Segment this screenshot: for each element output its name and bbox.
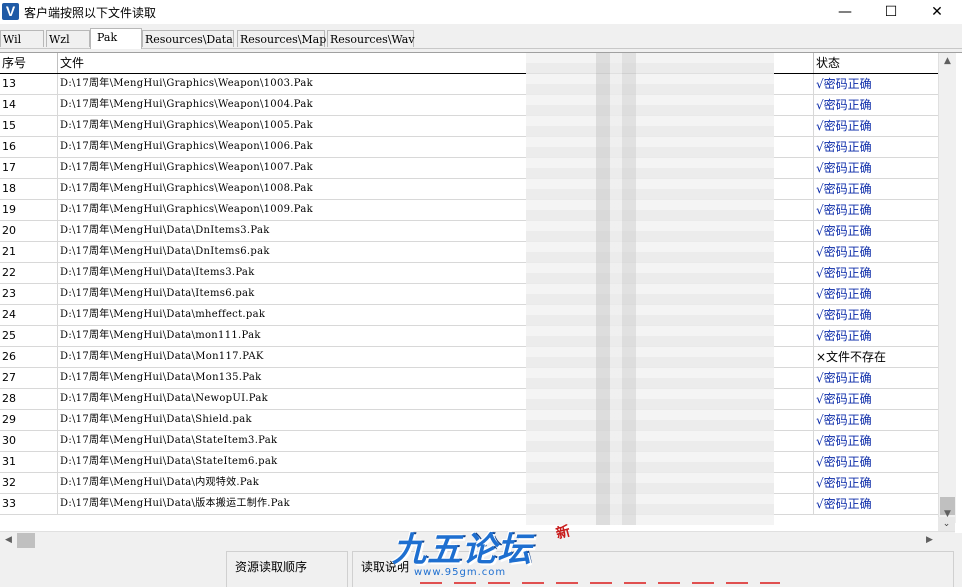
- grid-header: 序号 文件 状态: [0, 53, 938, 74]
- app-icon: V: [2, 3, 19, 20]
- status-ok: √密码正确: [816, 77, 872, 91]
- table-row[interactable]: 18 D:\17周年\MengHui\Graphics\Weapon\1008.P…: [0, 179, 938, 200]
- row-index: 16: [0, 137, 58, 157]
- row-index: 14: [0, 95, 58, 115]
- maximize-button[interactable]: ☐: [868, 0, 914, 24]
- status-ok: √密码正确: [816, 203, 872, 217]
- table-row[interactable]: 33 D:\17周年\MengHui\Data\版本搬运工制作.Pak √密码正确: [0, 494, 938, 515]
- row-index: 27: [0, 368, 58, 388]
- row-index: 29: [0, 410, 58, 430]
- row-index: 28: [0, 389, 58, 409]
- title-bar: V 客户端按照以下文件读取 — ☐ ✕: [0, 0, 962, 24]
- table-row[interactable]: 13 D:\17周年\MengHui\Graphics\Weapon\1003.P…: [0, 74, 938, 95]
- row-index: 33: [0, 494, 58, 514]
- status-ok: √密码正确: [816, 308, 872, 322]
- file-grid: 序号 文件 状态 13 D:\17周年\MengHui\Graphics\Weap…: [0, 52, 962, 549]
- status-ok: √密码正确: [816, 497, 872, 511]
- blurred-region: [526, 53, 774, 525]
- vertical-scrollbar[interactable]: ▲ ▼: [938, 53, 956, 523]
- table-row[interactable]: 24 D:\17周年\MengHui\Data\mheffect.pak √密码正确: [0, 305, 938, 326]
- status-ok: √密码正确: [816, 413, 872, 427]
- chevron-down-icon[interactable]: ⌄: [938, 517, 955, 531]
- status-ok: √密码正确: [816, 119, 872, 133]
- red-note-underline: [420, 582, 780, 584]
- table-row[interactable]: 32 D:\17周年\MengHui\Data\内观特效.Pak √密码正确: [0, 473, 938, 494]
- scroll-right-arrow-icon[interactable]: ▶: [921, 532, 938, 549]
- watermark-logo: 九五论坛 新 www.95gm.com: [392, 522, 592, 586]
- row-index: 20: [0, 221, 58, 241]
- table-row[interactable]: 15 D:\17周年\MengHui\Graphics\Weapon\1005.P…: [0, 116, 938, 137]
- minimize-button[interactable]: —: [822, 0, 868, 24]
- status-ok: √密码正确: [816, 224, 872, 238]
- table-row[interactable]: 21 D:\17周年\MengHui\Data\DnItems6.pak √密码正确: [0, 242, 938, 263]
- row-index: 22: [0, 263, 58, 283]
- table-row[interactable]: 22 D:\17周年\MengHui\Data\Items3.Pak √密码正确: [0, 263, 938, 284]
- row-index: 18: [0, 179, 58, 199]
- row-index: 32: [0, 473, 58, 493]
- status-ok: √密码正确: [816, 455, 872, 469]
- status-ok: √密码正确: [816, 98, 872, 112]
- table-row[interactable]: 23 D:\17周年\MengHui\Data\Items6.pak √密码正确: [0, 284, 938, 305]
- watermark-logo-text: 九五论坛: [392, 530, 532, 570]
- watermark-url: www.95gm.com: [414, 567, 507, 578]
- status-ok: √密码正确: [816, 140, 872, 154]
- status-missing: ×文件不存在: [816, 350, 887, 364]
- row-index: 26: [0, 347, 58, 367]
- table-row[interactable]: 16 D:\17周年\MengHui\Graphics\Weapon\1006.P…: [0, 137, 938, 158]
- table-row[interactable]: 25 D:\17周年\MengHui\Data\mon111.Pak √密码正确: [0, 326, 938, 347]
- row-index: 24: [0, 305, 58, 325]
- table-row[interactable]: 31 D:\17周年\MengHui\Data\StateItem6.pak √密码…: [0, 452, 938, 473]
- status-ok: √密码正确: [816, 476, 872, 490]
- scroll-up-arrow-icon[interactable]: ▲: [939, 53, 956, 70]
- grid-rows: 13 D:\17周年\MengHui\Graphics\Weapon\1003.P…: [0, 74, 938, 515]
- tab-resources-wav[interactable]: Resources\Wav: [327, 30, 415, 47]
- horizontal-scroll-thumb[interactable]: [17, 533, 35, 548]
- row-index: 30: [0, 431, 58, 451]
- row-index: 17: [0, 158, 58, 178]
- column-header-status[interactable]: 状态: [814, 53, 938, 73]
- tab-pak[interactable]: Pak: [90, 28, 142, 49]
- close-button[interactable]: ✕: [914, 0, 960, 24]
- column-header-index[interactable]: 序号: [0, 53, 58, 73]
- tab-resources-map[interactable]: Resources\Map: [237, 30, 326, 47]
- row-index: 25: [0, 326, 58, 346]
- row-index: 15: [0, 116, 58, 136]
- status-ok: √密码正确: [816, 434, 872, 448]
- row-index: 23: [0, 284, 58, 304]
- table-row[interactable]: 19 D:\17周年\MengHui\Graphics\Weapon\1009.P…: [0, 200, 938, 221]
- tab-wzl[interactable]: Wzl: [46, 30, 90, 47]
- scroll-left-arrow-icon[interactable]: ◀: [0, 532, 17, 549]
- status-ok: √密码正确: [816, 392, 872, 406]
- status-ok: √密码正确: [816, 371, 872, 385]
- table-row[interactable]: 29 D:\17周年\MengHui\Data\Shield.pak √密码正确: [0, 410, 938, 431]
- row-index: 21: [0, 242, 58, 262]
- table-row[interactable]: 26 D:\17周年\MengHui\Data\Mon117.PAK ×文件不存在: [0, 347, 938, 368]
- table-row[interactable]: 20 D:\17周年\MengHui\Data\DnItems3.Pak √密码正确: [0, 221, 938, 242]
- tab-strip: Wil Wzl Pak Resources\Data Resources\Map…: [0, 28, 962, 49]
- status-ok: √密码正确: [816, 329, 872, 343]
- row-index: 13: [0, 74, 58, 94]
- status-ok: √密码正确: [816, 161, 872, 175]
- row-index: 19: [0, 200, 58, 220]
- row-index: 31: [0, 452, 58, 472]
- table-row[interactable]: 30 D:\17周年\MengHui\Data\StateItem3.Pak √密码…: [0, 431, 938, 452]
- tab-resources-data[interactable]: Resources\Data: [142, 30, 234, 47]
- status-ok: √密码正确: [816, 182, 872, 196]
- tab-wil[interactable]: Wil: [0, 30, 44, 47]
- watermark-badge: 新: [554, 523, 573, 543]
- status-ok: √密码正确: [816, 266, 872, 280]
- table-row[interactable]: 17 D:\17周年\MengHui\Graphics\Weapon\1007.P…: [0, 158, 938, 179]
- status-ok: √密码正确: [816, 245, 872, 259]
- load-order-title: 资源读取顺序: [235, 560, 308, 574]
- window-title: 客户端按照以下文件读取: [24, 6, 157, 20]
- table-row[interactable]: 28 D:\17周年\MengHui\Data\NewopUI.Pak √密码正确: [0, 389, 938, 410]
- status-ok: √密码正确: [816, 287, 872, 301]
- table-row[interactable]: 27 D:\17周年\MengHui\Data\Mon135.Pak √密码正确: [0, 368, 938, 389]
- load-order-panel: 资源读取顺序: [226, 551, 348, 587]
- table-row[interactable]: 14 D:\17周年\MengHui\Graphics\Weapon\1004.P…: [0, 95, 938, 116]
